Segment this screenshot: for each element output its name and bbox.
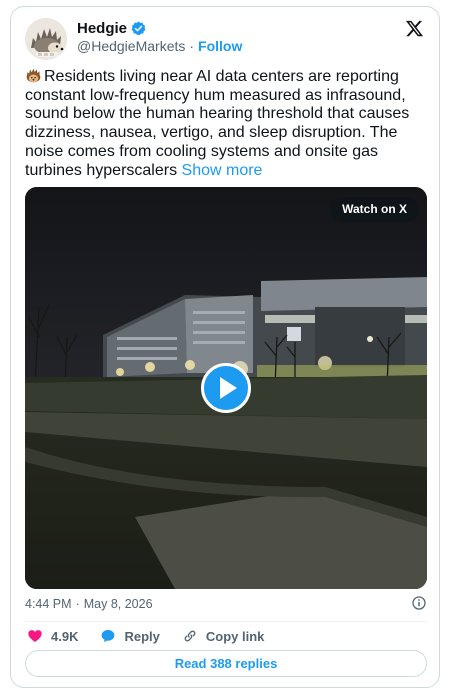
reply-label: Reply: [124, 628, 160, 644]
reply-button[interactable]: Reply: [100, 628, 160, 644]
read-replies-button[interactable]: Read 388 replies: [25, 650, 427, 677]
hedgehog-avatar-image: [25, 18, 67, 60]
action-bar: 4.9K Reply Copy link: [27, 626, 286, 646]
timestamp-separator: ·: [75, 597, 80, 611]
hedgehog-emoji-icon: [26, 68, 41, 83]
author-name-row: Hedgie: [77, 20, 146, 37]
avatar[interactable]: [25, 18, 67, 60]
follow-button[interactable]: Follow: [198, 38, 242, 54]
tweet-text: Residents living near AI data centers ar…: [25, 67, 427, 180]
copy-link-button[interactable]: Copy link: [182, 628, 265, 644]
copy-link-label: Copy link: [205, 628, 265, 644]
play-button[interactable]: [201, 363, 251, 413]
author-handle[interactable]: @HedgieMarkets: [77, 38, 185, 54]
watch-on-x-button[interactable]: Watch on X: [330, 197, 419, 222]
author-handle-row: @HedgieMarkets · Follow: [77, 38, 242, 54]
tweet-time[interactable]: 4:44 PM: [25, 597, 72, 611]
divider: [25, 621, 427, 622]
tweet-card: Hedgie @HedgieMarkets · Follow Residents…: [10, 6, 440, 688]
reply-bubble-icon: [102, 630, 115, 643]
author-name[interactable]: Hedgie: [77, 20, 127, 37]
timestamp-row: 4:44 PM · May 8, 2026: [25, 595, 427, 613]
tweet-date[interactable]: May 8, 2026: [84, 597, 153, 611]
link-icon: [184, 630, 196, 642]
video-player[interactable]: Watch on X: [25, 187, 427, 589]
heart-icon: [28, 630, 42, 642]
handle-separator: ·: [189, 38, 195, 54]
like-button[interactable]: 4.9K: [27, 628, 78, 644]
x-logo-icon[interactable]: [405, 19, 424, 38]
play-icon: [220, 377, 237, 399]
like-count: 4.9K: [51, 628, 79, 644]
info-icon[interactable]: [411, 595, 427, 611]
verified-badge-icon: [131, 21, 146, 36]
show-more-link[interactable]: Show more: [182, 162, 263, 179]
